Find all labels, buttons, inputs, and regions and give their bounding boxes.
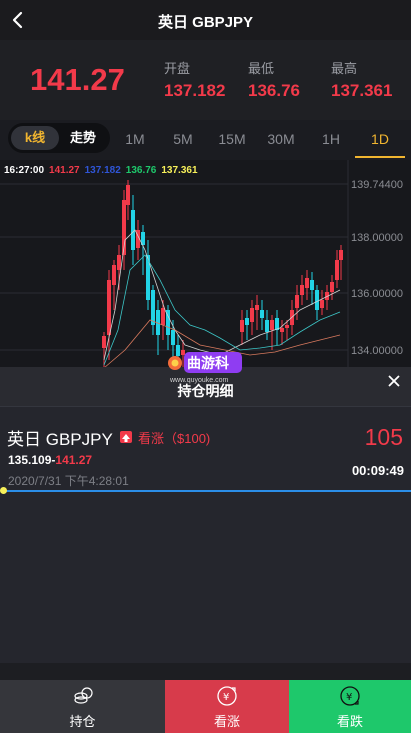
tab-trend[interactable]: 走势 — [59, 126, 107, 150]
quote-panel: 141.27 开盘 137.182 最低 136.76 最高 137.361 — [0, 40, 411, 120]
position-symbol: 英日 GBPJPY — [7, 430, 113, 449]
watermark-text: 曲游科 — [187, 355, 229, 372]
candle-body — [300, 285, 304, 295]
ohlc-high: 137.361 — [161, 165, 198, 176]
position-countdown: 00:09:49 — [351, 463, 404, 478]
candle-body — [151, 290, 155, 325]
close-icon[interactable] — [385, 372, 403, 390]
candle-body — [265, 320, 269, 332]
watermark-logo: 曲游科 www.quyouke.com — [168, 352, 242, 384]
buy-up-button[interactable]: ¥ 看涨 — [165, 680, 289, 733]
active-period-underline — [355, 156, 405, 158]
ohlc-time: 16:27:00 — [4, 165, 45, 176]
candle-group — [102, 180, 343, 370]
candle-body — [250, 308, 254, 322]
ohlc-readout: 16:27:00 141.27 137.182 136.76 137.361 — [4, 165, 203, 176]
position-sheet: 持仓明细 — [0, 367, 411, 663]
hold-label: 持仓 — [69, 714, 96, 729]
candle-body — [305, 278, 309, 288]
coins-stack-icon — [73, 687, 93, 704]
yen-up-icon: ¥ — [217, 686, 237, 706]
candle-body — [310, 280, 314, 290]
buy-down-label: 看跌 — [336, 714, 363, 729]
position-profit: 105 — [364, 424, 403, 450]
candle-body — [260, 310, 264, 318]
low-stat: 最低 136.76 — [248, 58, 300, 101]
candle-body — [126, 185, 130, 205]
period-5m[interactable]: 5M — [163, 131, 203, 147]
candle-body — [320, 300, 324, 308]
candle-body — [285, 325, 289, 328]
period-15m[interactable]: 15M — [212, 131, 252, 147]
period-1m[interactable]: 1M — [115, 131, 155, 147]
ohlc-open: 137.182 — [84, 165, 121, 176]
candle-body — [117, 255, 121, 270]
candle-body — [171, 330, 175, 345]
high-stat: 最高 137.361 — [331, 58, 392, 101]
y-tick-1: 139.74400 — [351, 179, 403, 191]
high-label: 最高 — [331, 61, 358, 76]
candle-body — [240, 320, 244, 332]
current-price: 141.27 — [30, 62, 125, 97]
candle-body — [131, 210, 135, 250]
position-prices: 135.109-141.27 — [8, 453, 93, 467]
ohlc-low: 136.76 — [125, 165, 157, 176]
bottom-tabbar: 持仓 ¥ 看涨 ¥ 看跌 — [0, 680, 411, 733]
position-direction: 看涨（$100) — [138, 431, 211, 446]
low-label: 最低 — [248, 61, 275, 76]
arrow-up-icon — [120, 431, 132, 443]
chart-canvas: 139.74400 138.00000 136.00000 134.00000 — [0, 160, 403, 370]
watermark-url: www.quyouke.com — [169, 377, 229, 384]
candle-body — [295, 295, 299, 308]
buy-up-label: 看涨 — [213, 714, 240, 729]
candle-body — [330, 282, 334, 292]
candle-body — [270, 320, 274, 330]
yen-down-icon: ¥ — [340, 686, 360, 706]
period-1d[interactable]: 1D — [360, 131, 400, 147]
buy-down-button[interactable]: ¥ 看跌 — [289, 680, 411, 733]
period-30m[interactable]: 30M — [261, 131, 301, 147]
open-value: 137.182 — [164, 81, 226, 100]
svg-text:¥: ¥ — [346, 692, 352, 703]
candle-body — [280, 328, 284, 332]
open-stat: 开盘 137.182 — [164, 58, 225, 101]
candle-body — [107, 280, 111, 335]
tab-kline[interactable]: k线 — [11, 126, 59, 150]
ma-line-white — [103, 229, 341, 361]
candle-body — [255, 305, 259, 310]
candle-body — [339, 250, 343, 260]
period-1h[interactable]: 1H — [311, 131, 351, 147]
candle-body — [245, 318, 249, 325]
position-time: 2020/7/31 下午4:28:01 — [8, 474, 129, 488]
candle-body — [161, 308, 165, 325]
candlestick-chart[interactable]: 139.74400 138.00000 136.00000 134.00000 — [0, 160, 411, 370]
low-value: 136.76 — [248, 81, 300, 100]
y-tick-4: 134.00000 — [351, 345, 403, 357]
top-nav-bar: 英日 GBPJPY — [0, 0, 411, 40]
y-tick-2: 138.00000 — [351, 232, 403, 244]
open-label: 开盘 — [164, 61, 191, 76]
candle-body — [315, 290, 319, 310]
candle-body — [102, 336, 106, 348]
y-tick-3: 136.00000 — [351, 288, 403, 300]
svg-text:¥: ¥ — [223, 692, 229, 703]
page-title: 英日 GBPJPY — [157, 14, 254, 31]
entry-price: 135.109 — [8, 453, 52, 467]
progress-indicator-dot — [0, 487, 7, 494]
ohlc-close: 141.27 — [49, 165, 80, 176]
high-value: 137.361 — [331, 81, 393, 100]
current-position-price: 141.27 — [55, 453, 93, 467]
candle-body — [112, 265, 116, 285]
chart-mode-toggle: k线 走势 — [8, 123, 110, 153]
hold-button[interactable]: 持仓 — [0, 680, 165, 733]
position-progress-bar — [3, 490, 411, 492]
candle-body — [335, 260, 339, 280]
